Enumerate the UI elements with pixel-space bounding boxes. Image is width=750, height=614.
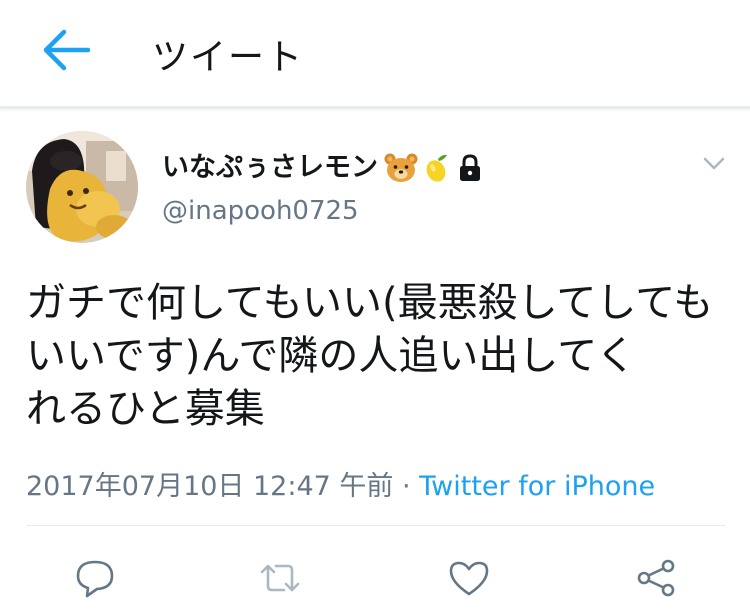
back-arrow-icon[interactable]: [38, 26, 94, 74]
tweet-meta: 2017年07月10日 12:47 午前 · Twitter for iPhon…: [26, 464, 655, 503]
top-bar: ツイート: [0, 0, 750, 109]
bear-face-icon: [384, 153, 418, 182]
lemon-icon: [426, 154, 447, 182]
retweet-icon[interactable]: [258, 558, 302, 598]
display-name[interactable]: いなぷぅさレモン: [162, 151, 484, 185]
divider: [26, 525, 726, 526]
reply-icon[interactable]: [73, 558, 117, 598]
tweet-source-link[interactable]: Twitter for iPhone: [419, 471, 655, 502]
tweet-timestamp[interactable]: 2017年07月10日 12:47 午前: [26, 471, 393, 502]
page-title: ツイート: [152, 37, 305, 78]
share-icon[interactable]: [634, 558, 678, 598]
avatar[interactable]: [26, 131, 138, 243]
tweet-text-line: れるひと募集: [26, 386, 265, 432]
user-handle[interactable]: @inapooh0725: [162, 196, 359, 226]
like-icon[interactable]: [447, 558, 491, 598]
tweet-text: ガチで何してもいい(最悪殺してしても いいです)んで隣の人追い出してく れるひと…: [26, 277, 726, 436]
lock-icon: [460, 154, 480, 181]
display-name-text: いなぷぅさレモン: [162, 152, 378, 183]
tweet-text-line: ガチで何してもいい(最悪殺してしても: [26, 280, 714, 326]
tweet-text-line: いいです)んで隣の人追い出してく: [26, 333, 637, 379]
chevron-down-icon[interactable]: [700, 150, 728, 178]
meta-separator: ·: [393, 471, 420, 502]
